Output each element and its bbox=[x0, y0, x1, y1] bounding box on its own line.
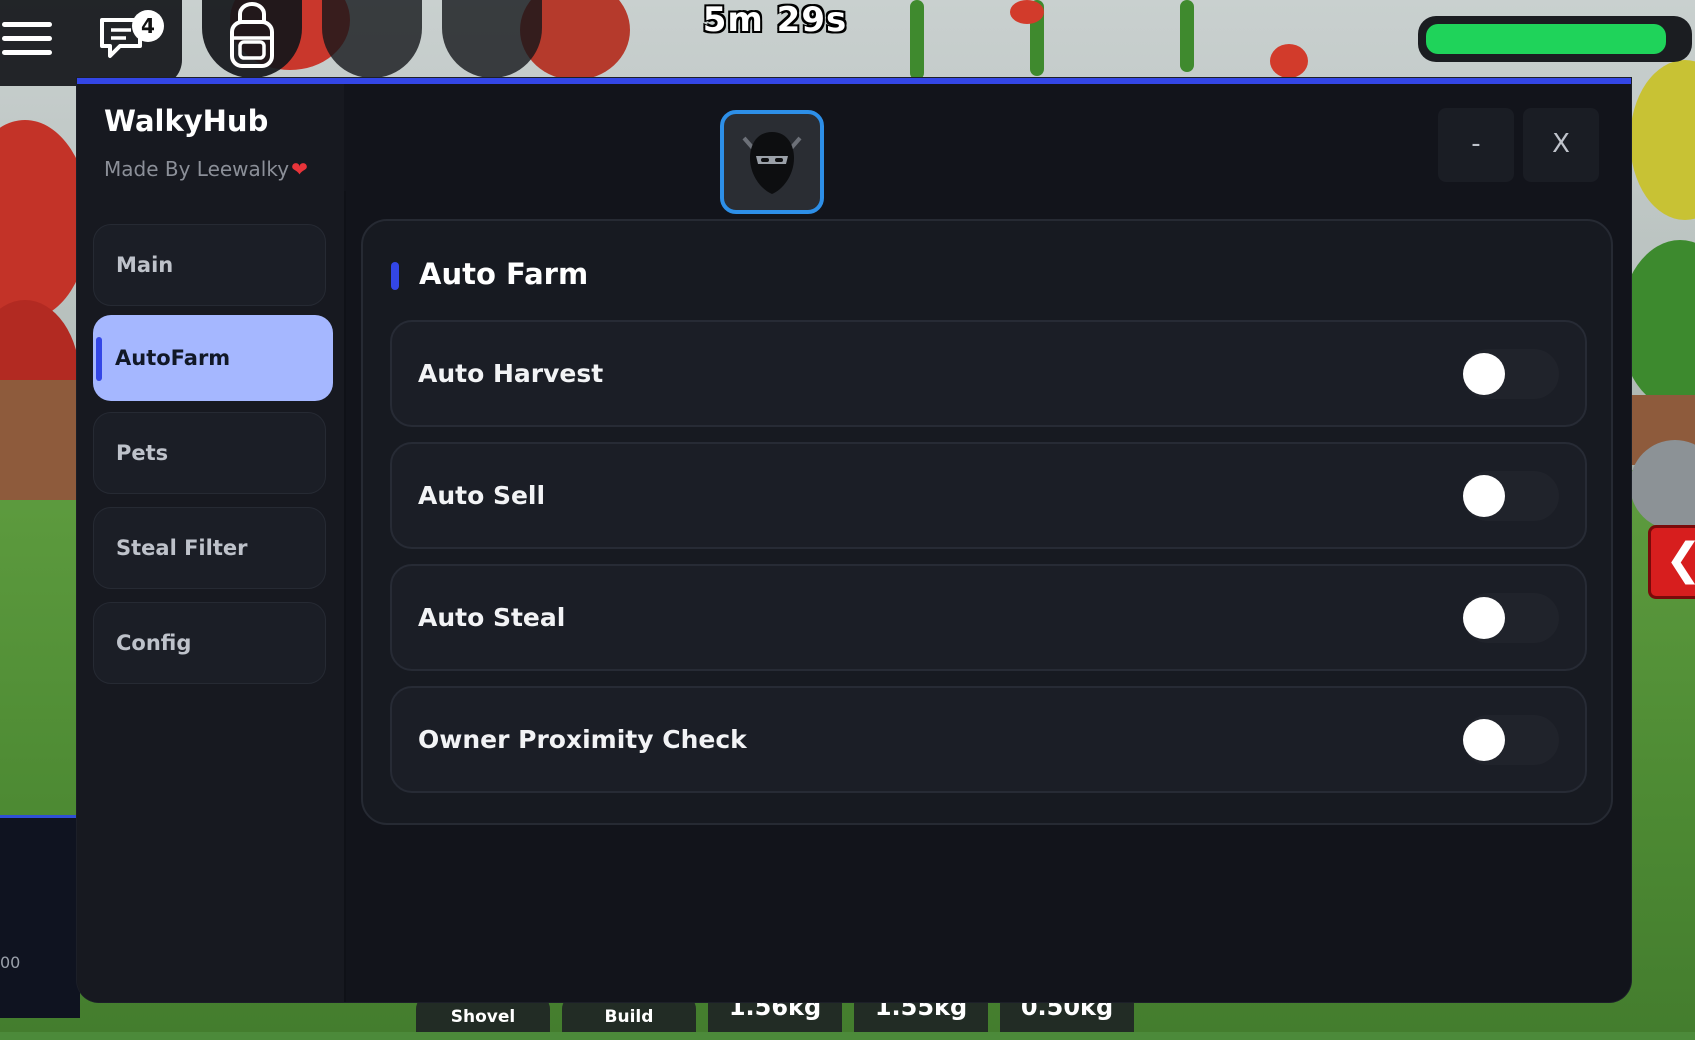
toggle-label: Owner Proximity Check bbox=[418, 725, 747, 754]
switch-knob bbox=[1463, 719, 1505, 761]
owner-proximity-check-switch[interactable] bbox=[1463, 715, 1559, 765]
left-panel-strip: 00 bbox=[0, 815, 80, 1018]
switch-knob bbox=[1463, 353, 1505, 395]
section-accent-bar bbox=[391, 262, 399, 290]
auto-sell-switch[interactable] bbox=[1463, 471, 1559, 521]
auto-steal-switch[interactable] bbox=[1463, 593, 1559, 643]
switch-knob bbox=[1463, 597, 1505, 639]
sidebar-item-main[interactable]: Main bbox=[93, 224, 326, 306]
window-header: WalkyHub Made By Leewalky ❤ bbox=[77, 84, 344, 209]
window-subtitle: Made By Leewalky ❤ bbox=[104, 157, 308, 181]
toggle-label: Auto Steal bbox=[418, 603, 566, 632]
health-bar-fill bbox=[1426, 24, 1666, 54]
close-button[interactable]: X bbox=[1523, 108, 1599, 182]
window-title: WalkyHub bbox=[104, 104, 269, 138]
toggle-row-auto-harvest[interactable]: Auto Harvest bbox=[390, 320, 1587, 427]
sidebar-item-pets[interactable]: Pets bbox=[93, 412, 326, 494]
left-edge-text: 00 bbox=[0, 953, 21, 972]
fence-decoration bbox=[0, 380, 80, 500]
backpack-icon bbox=[230, 2, 274, 68]
side-panel-toggle-button[interactable]: ❮ bbox=[1648, 525, 1695, 599]
health-bar bbox=[1418, 16, 1692, 62]
sidebar-item-label: Config bbox=[116, 631, 192, 655]
plant-decoration bbox=[1270, 44, 1308, 78]
section-title: Auto Farm bbox=[419, 257, 589, 291]
minimize-button[interactable]: - bbox=[1438, 108, 1514, 182]
sidebar-item-steal-filter[interactable]: Steal Filter bbox=[93, 507, 326, 589]
hud-left-bar: 4 bbox=[0, 0, 182, 86]
sidebar-item-label: Pets bbox=[116, 441, 169, 465]
backpack-button[interactable] bbox=[202, 0, 302, 78]
active-indicator bbox=[96, 337, 102, 381]
ninja-logo-icon bbox=[742, 132, 802, 194]
plant-decoration bbox=[910, 0, 924, 80]
toggle-row-auto-sell[interactable]: Auto Sell bbox=[390, 442, 1587, 549]
toggle-label: Auto Harvest bbox=[418, 359, 604, 388]
subtitle-text: Made By Leewalky bbox=[104, 157, 290, 181]
sidebar-item-autofarm[interactable]: AutoFarm bbox=[93, 315, 333, 401]
auto-farm-section: Auto Farm Auto Harvest Auto Sell Auto St… bbox=[361, 219, 1613, 825]
plant-decoration bbox=[1180, 0, 1194, 72]
chevron-left-icon: ❮ bbox=[1665, 534, 1695, 585]
switch-knob bbox=[1463, 475, 1505, 517]
walkyhub-window: WalkyHub Made By Leewalky ❤ - X Main Auto… bbox=[77, 78, 1631, 1002]
toggle-label: Auto Sell bbox=[418, 481, 546, 510]
heart-icon: ❤ bbox=[291, 157, 308, 181]
auto-harvest-switch[interactable] bbox=[1463, 349, 1559, 399]
chat-badge: 4 bbox=[132, 10, 164, 42]
sidebar-item-label: Steal Filter bbox=[116, 536, 248, 560]
sidebar-item-label: Main bbox=[116, 253, 174, 277]
round-timer: 5m 29s bbox=[702, 0, 848, 40]
hub-logo bbox=[720, 110, 824, 214]
toggle-row-auto-steal[interactable]: Auto Steal bbox=[390, 564, 1587, 671]
hamburger-menu-icon[interactable] bbox=[2, 22, 52, 58]
content-divider bbox=[344, 191, 346, 1002]
toggle-row-owner-proximity-check[interactable]: Owner Proximity Check bbox=[390, 686, 1587, 793]
sidebar-item-label: AutoFarm bbox=[115, 346, 231, 370]
sidebar-item-config[interactable]: Config bbox=[93, 602, 326, 684]
plant-decoration bbox=[1010, 0, 1044, 24]
